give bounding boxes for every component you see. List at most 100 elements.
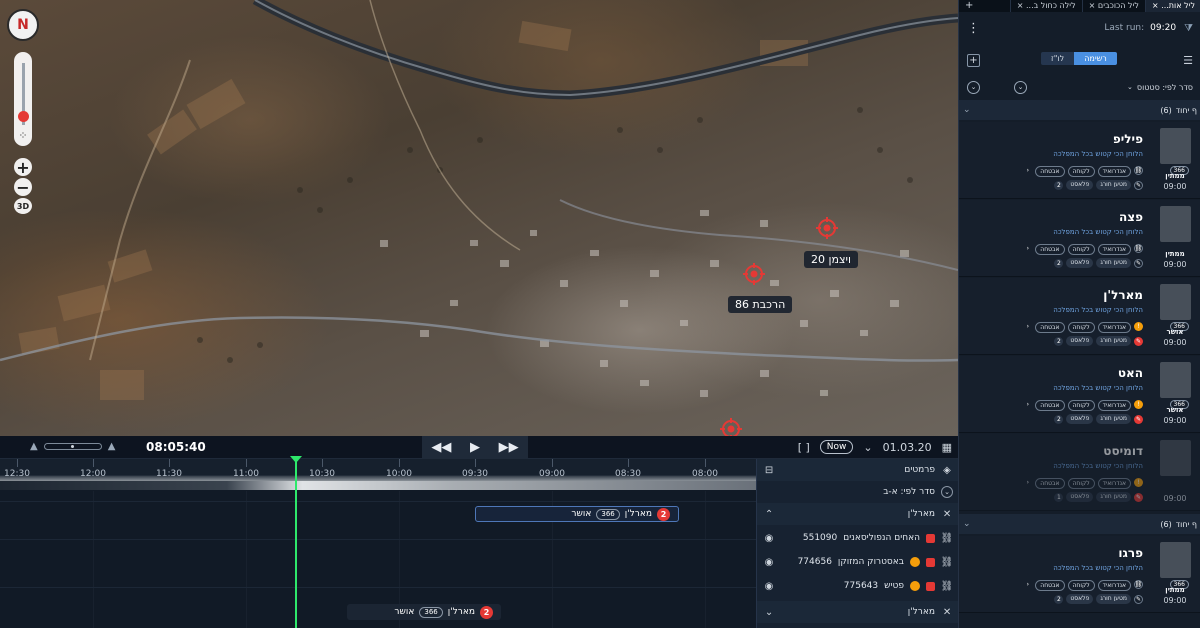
filter-circle-icon[interactable]: ⌄ bbox=[1014, 80, 1027, 94]
close-icon[interactable]: × bbox=[1017, 1, 1024, 10]
pencil-icon[interactable]: ✎ bbox=[1134, 258, 1143, 268]
zoom-out-button[interactable]: − bbox=[14, 178, 32, 197]
zoom-knob[interactable] bbox=[17, 110, 29, 122]
layer-item-name: באסטרוק המזוקן bbox=[837, 557, 904, 567]
unit-name: דומיסט bbox=[1103, 444, 1143, 458]
mountain-large-icon[interactable]: ▲ bbox=[108, 441, 116, 452]
chevron-down-icon[interactable]: ⌄ bbox=[763, 606, 775, 618]
close-icon[interactable]: × bbox=[1089, 1, 1096, 10]
chevron-left-icon[interactable]: ‹ bbox=[1023, 400, 1032, 409]
pencil-icon[interactable]: ✎ bbox=[1134, 594, 1143, 604]
seg-list-button[interactable]: רשימה bbox=[1074, 52, 1117, 65]
tab-1[interactable]: ליל הכוכבים × bbox=[1081, 0, 1145, 12]
unit-count: 2 bbox=[1054, 258, 1064, 268]
tab-2[interactable]: לילה כחול ב... × bbox=[1009, 0, 1082, 12]
chevron-left-icon[interactable]: ‹ bbox=[1023, 166, 1032, 175]
unit-thumbnail bbox=[1160, 542, 1191, 578]
layer-item[interactable]: ⛓ פטיש 775643 ◉ bbox=[757, 575, 959, 597]
fast-forward-icon[interactable]: ▶▶ bbox=[499, 440, 519, 455]
timeline-zoom-slider[interactable] bbox=[43, 443, 102, 450]
crossed-tools-icon: ✕ bbox=[942, 606, 952, 618]
unit-card[interactable]: 366 ממתין 09:00 פרגו הלוחן הכי קטוש בכל … bbox=[959, 536, 1200, 613]
group-header[interactable]: ף יחוד (6) ⌄ bbox=[959, 514, 1200, 534]
chevron-left-icon[interactable]: ‹ bbox=[1023, 580, 1032, 589]
chevron-down-icon[interactable]: ⌄ bbox=[963, 105, 971, 115]
target-marker-icon[interactable] bbox=[816, 217, 838, 239]
target-marker-icon[interactable] bbox=[720, 418, 742, 436]
sort-label[interactable]: סדר לפי: סטטוס bbox=[1137, 83, 1193, 92]
unit-feature: פלאסט bbox=[1066, 414, 1094, 424]
link-icon[interactable]: ⛓ bbox=[1134, 580, 1143, 589]
funnel-icon[interactable]: ⧩ bbox=[1184, 23, 1193, 34]
eye-icon[interactable]: ◉ bbox=[763, 580, 775, 592]
unit-features: ✎ מטען חורג פלאסט 2 bbox=[1054, 180, 1143, 190]
unit-card[interactable]: 366 ממתין 09:00 פיליפ הלוחן הכי קטוש בכל… bbox=[959, 122, 1200, 199]
link-icon[interactable]: ⛓ bbox=[1134, 244, 1143, 253]
marker-label[interactable]: ויצמן 20 bbox=[804, 251, 858, 268]
unit-card[interactable]: 09:00 דומיסט הלוחן הכי קטוש בכל המפלכה !… bbox=[959, 434, 1200, 511]
link-icon[interactable]: ⛓ bbox=[941, 580, 954, 592]
tab-label: לילה כחול ב... bbox=[1026, 1, 1076, 10]
chevron-left-icon[interactable]: ‹ bbox=[1023, 322, 1032, 331]
playhead[interactable] bbox=[295, 459, 297, 628]
group-header[interactable]: ף יחוד (6) ⌄ bbox=[959, 100, 1200, 120]
layers-panel: ◈ פרמטים ⊟ ⌄ סדר לפי: א-ב ✕ מארל'ן ⌃ ⛓ ה… bbox=[756, 459, 959, 628]
marker-label[interactable]: הרכבת 86 bbox=[728, 296, 793, 313]
seg-schedule-button[interactable]: לו"ז bbox=[1041, 52, 1075, 65]
link-icon[interactable]: ⛓ bbox=[941, 532, 954, 544]
unit-card[interactable]: 366 אושר 09:00 האט הלוחן הכי קטוש בכל המ… bbox=[959, 356, 1200, 433]
chevron-down-icon[interactable]: ⌄ bbox=[1127, 83, 1133, 91]
layers-group-header[interactable]: ✕ מארל'ן ⌃ bbox=[757, 503, 959, 525]
add-tab-icon[interactable]: + bbox=[959, 0, 979, 12]
unit-tag: אנדרואיד bbox=[1097, 322, 1131, 333]
calendar-icon[interactable]: ▦ bbox=[942, 441, 952, 454]
zoom-slider[interactable]: ⁘ bbox=[14, 52, 32, 146]
fit-bracket-button[interactable]: [ ] bbox=[798, 441, 810, 454]
unit-card[interactable]: ממתין 09:00 פצה הלוחן הכי קטוש בכל המפלכ… bbox=[959, 200, 1200, 277]
pencil-icon[interactable]: ✎ bbox=[1134, 492, 1143, 502]
chevron-left-icon[interactable]: ‹ bbox=[1023, 478, 1032, 487]
eye-icon[interactable]: ◉ bbox=[763, 532, 775, 544]
layers-sort-label[interactable]: סדר לפי: א-ב bbox=[883, 487, 935, 497]
chevron-down-icon[interactable]: ⌄ bbox=[963, 519, 971, 529]
tick-label: 11:30 bbox=[156, 469, 182, 479]
timeline-event[interactable]: אושר 366 מארל'ן 2 bbox=[347, 604, 501, 620]
tab-0[interactable]: ליל אות... × bbox=[1144, 0, 1200, 12]
link-icon[interactable]: ⛓ bbox=[1134, 166, 1143, 175]
unit-feature: פלאסט bbox=[1066, 594, 1094, 604]
target-marker-icon[interactable] bbox=[743, 263, 765, 285]
layer-item[interactable]: ⛓ באסטרוק המזוקן 774656 ◉ bbox=[757, 551, 959, 573]
compass-button[interactable]: N bbox=[7, 9, 39, 41]
zoom-in-button[interactable]: + bbox=[14, 158, 32, 177]
rewind-icon[interactable]: ◀◀ bbox=[431, 440, 451, 455]
play-icon[interactable]: ▶ bbox=[470, 440, 480, 455]
event-code: 366 bbox=[419, 606, 443, 618]
satellite-map[interactable]: N ⁘ + − 3D ויצמן 20 הרכבת 86 bbox=[0, 0, 958, 436]
collapse-panel-icon[interactable]: ⊟ bbox=[763, 464, 775, 476]
unit-feature: פלאסט bbox=[1066, 492, 1094, 502]
pencil-icon[interactable]: ✎ bbox=[1134, 414, 1143, 424]
unit-thumbnail bbox=[1160, 128, 1191, 164]
group-label: ף יחוד bbox=[1175, 519, 1197, 529]
timeline-event[interactable]: אושר 366 מארל'ן 2 bbox=[475, 506, 679, 522]
chevron-up-icon[interactable]: ⌃ bbox=[763, 508, 775, 520]
settings-sliders-icon[interactable]: ☰ bbox=[1183, 54, 1193, 67]
now-button[interactable]: Now bbox=[819, 440, 854, 454]
layers-group-header[interactable]: ✕ מארל'ן ⌄ bbox=[757, 601, 959, 623]
filter-circle-icon[interactable]: ⌄ bbox=[967, 80, 980, 94]
add-button[interactable]: + bbox=[967, 53, 980, 67]
filter-circle-icon[interactable]: ⌄ bbox=[941, 486, 953, 498]
layers-group-name: מארל'ן bbox=[907, 509, 935, 519]
pencil-icon[interactable]: ✎ bbox=[1134, 180, 1143, 190]
more-menu-icon[interactable]: ⋮ bbox=[967, 21, 980, 36]
eye-icon[interactable]: ◉ bbox=[763, 556, 775, 568]
chevron-down-icon[interactable]: ⌄ bbox=[863, 441, 872, 454]
pencil-icon[interactable]: ✎ bbox=[1134, 336, 1143, 346]
mountain-small-icon[interactable]: ▲ bbox=[30, 441, 38, 452]
layer-item[interactable]: ⛓ האחים הנפוליסאנים 551090 ◉ bbox=[757, 527, 959, 549]
unit-card[interactable]: 366 אושר 09:00 מארל'ן הלוחן הכי קטוש בכל… bbox=[959, 278, 1200, 355]
mode-3d-button[interactable]: 3D bbox=[14, 198, 32, 214]
link-icon[interactable]: ⛓ bbox=[941, 556, 954, 568]
close-icon[interactable]: × bbox=[1152, 1, 1159, 10]
chevron-left-icon[interactable]: ‹ bbox=[1023, 244, 1032, 253]
